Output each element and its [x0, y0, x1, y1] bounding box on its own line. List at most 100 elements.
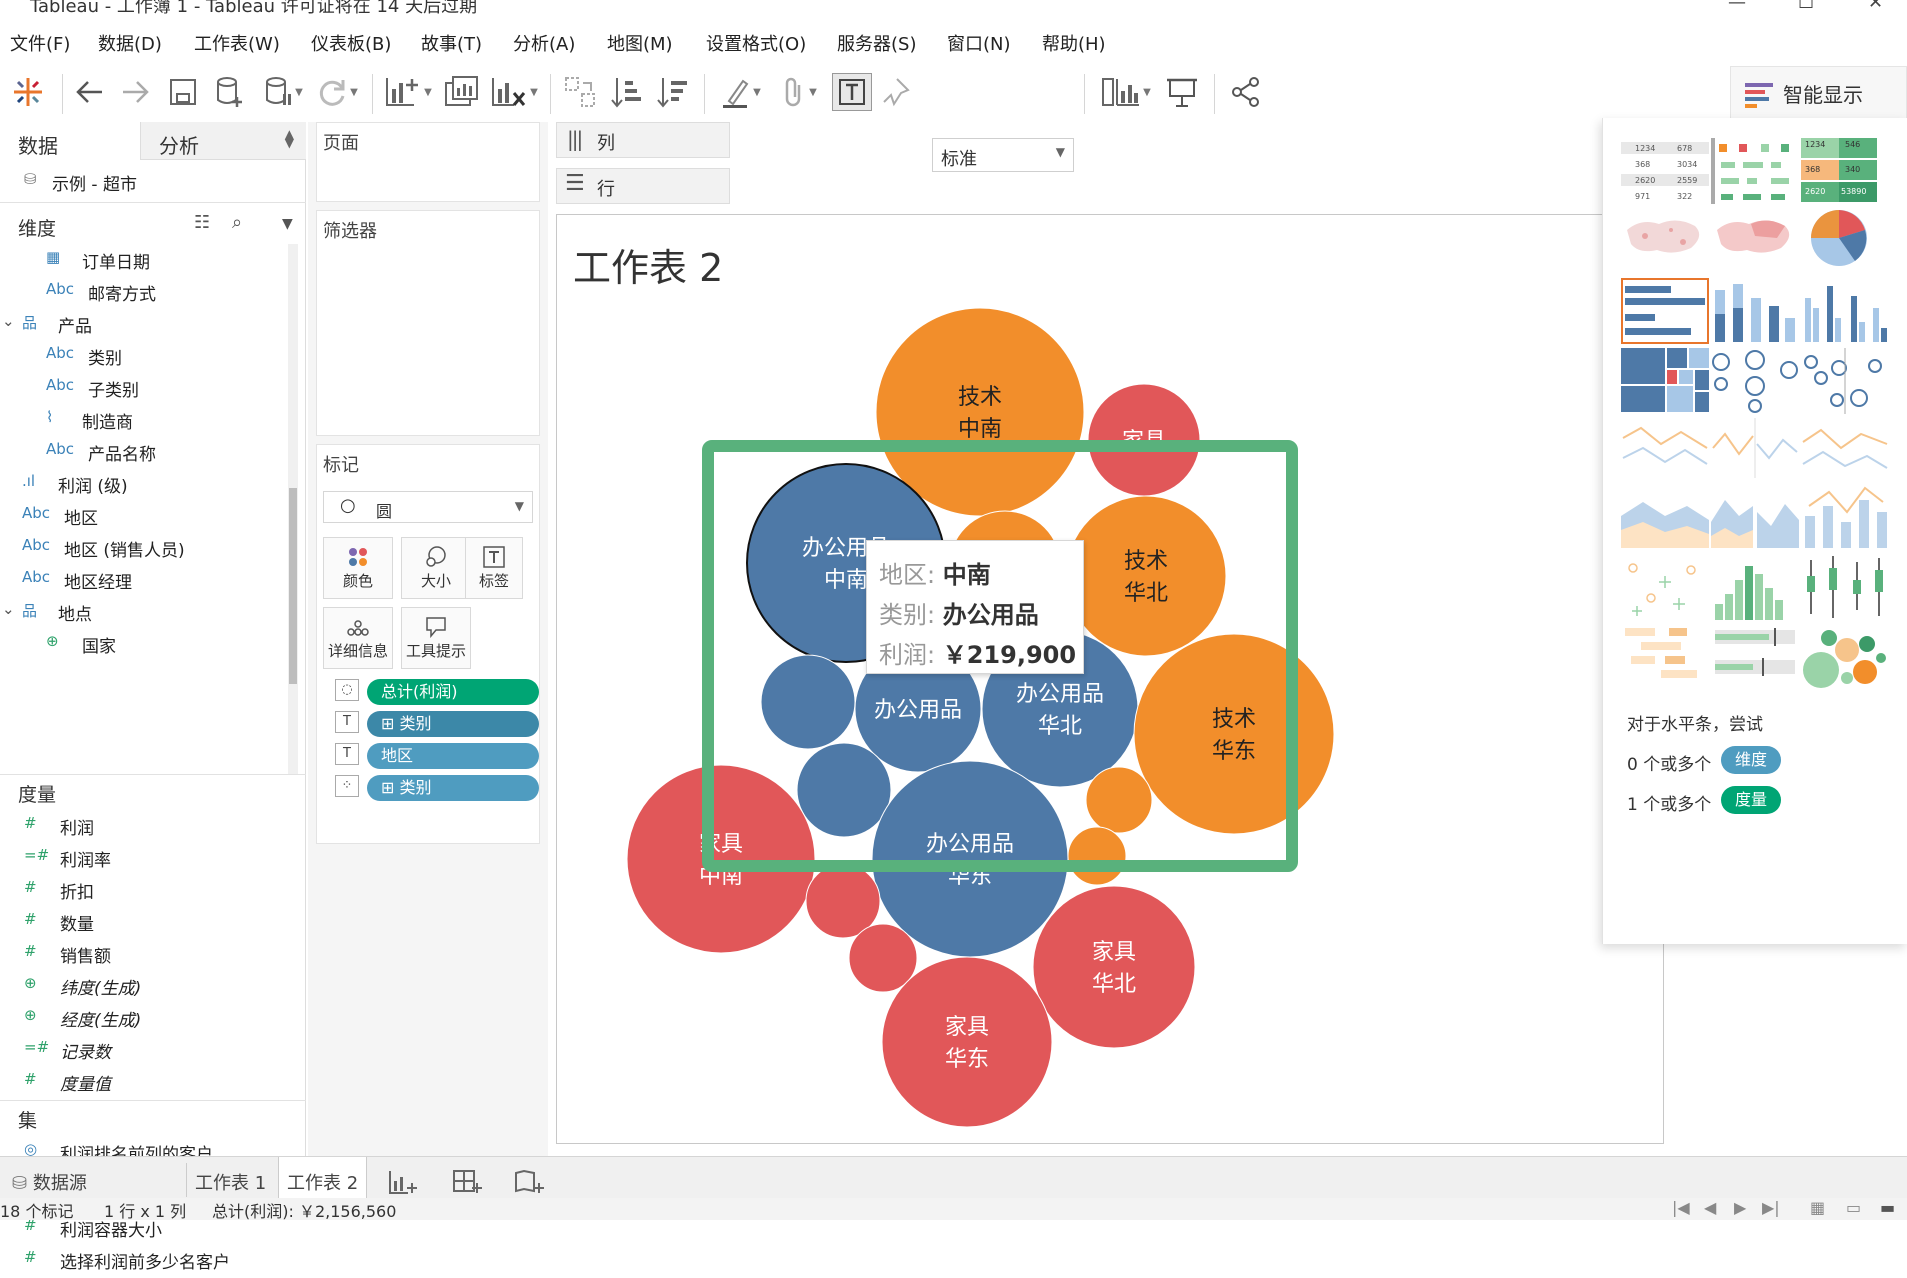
measure-field[interactable]: =# 利润率	[0, 842, 300, 872]
sort-descending-icon[interactable]	[650, 72, 694, 112]
filmstrip-view-icon[interactable]: ▭	[1846, 1198, 1861, 1217]
measure-field[interactable]: # 度量值	[0, 1066, 300, 1096]
dimension-field[interactable]: ⌄ 品 地点	[0, 596, 290, 626]
presentation-mode-icon[interactable]	[1160, 72, 1204, 112]
tabs-view-icon[interactable]: ▬	[1880, 1198, 1895, 1217]
filled-map-thumbnail[interactable]	[1711, 208, 1799, 274]
continuous-lines-thumbnail[interactable]	[1621, 418, 1709, 484]
menu-help[interactable]: 帮助(H)	[1042, 30, 1106, 56]
measure-field[interactable]: # 数量	[0, 906, 300, 936]
expand-icon[interactable]: ⊞	[381, 714, 400, 733]
stacked-bars-thumbnail[interactable]	[1711, 278, 1799, 344]
dimension-field[interactable]: Abc 子类别	[0, 372, 290, 402]
circle-views-thumbnail[interactable]	[1711, 348, 1799, 414]
collapse-icon[interactable]: ⌄	[2, 312, 15, 330]
grid-view-icon[interactable]: ▦	[1810, 1198, 1825, 1217]
menu-worksheet[interactable]: 工作表(W)	[194, 30, 280, 56]
show-hide-cards-icon[interactable]: ▼	[1096, 72, 1156, 112]
new-worksheet-icon[interactable]: ▼	[380, 72, 436, 112]
dimension-field[interactable]: .ıl 利润 (级)	[0, 468, 290, 498]
show-me-tab[interactable]: 智能显示	[1730, 66, 1907, 120]
menu-file[interactable]: 文件(F)	[10, 30, 70, 56]
discrete-lines-thumbnail[interactable]	[1711, 418, 1799, 484]
share-icon[interactable]	[1226, 72, 1266, 112]
label-button[interactable]: 标签	[465, 537, 523, 599]
sort-ascending-icon[interactable]	[604, 72, 648, 112]
first-tab-icon[interactable]: |◀	[1672, 1198, 1690, 1217]
maximize-icon[interactable]: ☐	[1798, 0, 1814, 13]
dimension-field[interactable]: Abc 地区 (销售人员)	[0, 532, 290, 562]
measure-field[interactable]: ⊕ 经度(生成)	[0, 1002, 300, 1032]
search-icon[interactable]: ⌕	[232, 212, 242, 233]
color-button[interactable]: 颜色	[323, 537, 393, 599]
refresh-icon[interactable]: ▼	[310, 72, 364, 112]
fit-select[interactable]: 标准 ▼	[932, 138, 1074, 172]
measure-field[interactable]: # 销售额	[0, 938, 300, 968]
new-dashboard-tab-button[interactable]	[444, 1163, 490, 1197]
menu-server[interactable]: 服务器(S)	[837, 30, 916, 56]
measure-field[interactable]: ⊕ 纬度(生成)	[0, 970, 300, 1000]
menu-data[interactable]: 数据(D)	[98, 30, 162, 56]
menu-story[interactable]: 故事(T)	[421, 30, 482, 56]
tab-data[interactable]: 数据	[0, 122, 140, 160]
heat-map-thumbnail[interactable]: 1234 546 368 340 2620 53890	[1801, 138, 1889, 204]
duplicate-sheet-icon[interactable]	[440, 72, 484, 112]
detail-button[interactable]: 详细信息	[323, 607, 393, 669]
measure-field[interactable]: # 利润	[0, 810, 300, 840]
box-plot-thumbnail[interactable]	[1801, 554, 1889, 620]
packed-bubbles-thumbnail[interactable]	[1801, 624, 1889, 690]
bullet-graph-thumbnail[interactable]	[1711, 624, 1799, 690]
dual-combination-thumbnail[interactable]	[1801, 486, 1889, 552]
collapse-icon[interactable]: ⌄	[2, 600, 15, 618]
close-icon[interactable]: ✕	[1868, 0, 1883, 13]
side-by-side-circles-thumbnail[interactable]	[1801, 348, 1889, 414]
group-members-icon[interactable]: ▼	[772, 72, 826, 112]
mark-field-pill[interactable]: ⊞ 类别	[367, 775, 539, 801]
worksheet-view[interactable]: 工作表 2	[556, 214, 1664, 1144]
swap-rows-columns-icon[interactable]	[558, 72, 602, 112]
treemap-thumbnail[interactable]	[1621, 348, 1709, 414]
highlight-icon[interactable]: ▼	[714, 72, 768, 112]
prev-tab-icon[interactable]: ◀	[1704, 1198, 1716, 1217]
scatter-plot-thumbnail[interactable]	[1621, 554, 1709, 620]
symbol-map-thumbnail[interactable]	[1621, 208, 1709, 274]
mark-type-select[interactable]: ○ 圆 ▼	[323, 491, 533, 523]
chevron-down-icon[interactable]: ▼	[282, 216, 293, 232]
dimension-field[interactable]: ⌇ 制造商	[0, 404, 290, 434]
pages-card[interactable]: 页面	[316, 122, 540, 202]
size-button[interactable]: 大小	[401, 537, 471, 599]
fix-axes-icon[interactable]	[876, 72, 916, 112]
dimension-field[interactable]: Abc 地区经理	[0, 564, 290, 594]
menu-map[interactable]: 地图(M)	[607, 30, 673, 56]
text-table-thumbnail[interactable]: 1234 678 368 3034 2620 2559 971 322	[1621, 138, 1709, 204]
horizontal-bars-thumbnail-selected[interactable]	[1621, 278, 1709, 344]
back-icon[interactable]	[70, 72, 110, 112]
tab-sheet1[interactable]: 工作表 1	[186, 1163, 274, 1197]
area-continuous-thumbnail[interactable]	[1621, 486, 1709, 552]
clear-sheet-icon[interactable]: ▼	[486, 72, 542, 112]
columns-shelf[interactable]: ||| 列	[556, 122, 730, 158]
next-tab-icon[interactable]: ▶	[1734, 1198, 1746, 1217]
mark-field-pill[interactable]: ⊞ 类别	[367, 711, 539, 737]
menu-analysis[interactable]: 分析(A)	[513, 30, 575, 56]
filters-card[interactable]: 筛选器	[316, 210, 540, 436]
dimension-field[interactable]: ⌄ 品 产品	[0, 308, 290, 338]
forward-icon[interactable]	[115, 72, 155, 112]
symbol-table-thumbnail[interactable]	[1711, 138, 1799, 204]
tab-analysis[interactable]: 分析 ▲ ▼	[140, 122, 306, 160]
dimension-field[interactable]: ⊕ 国家	[0, 628, 290, 658]
dimension-scrollbar[interactable]	[288, 244, 298, 774]
expand-icon[interactable]: ⊞	[381, 778, 400, 797]
menu-format[interactable]: 设置格式(O)	[706, 30, 806, 56]
measure-field[interactable]: =# 记录数	[0, 1034, 300, 1064]
tableau-logo-icon[interactable]	[8, 72, 48, 112]
tooltip-button[interactable]: 工具提示	[401, 607, 471, 669]
minimize-icon[interactable]: —	[1728, 0, 1746, 13]
area-discrete-thumbnail[interactable]	[1711, 486, 1799, 552]
dimension-field[interactable]: ▦ 订单日期	[0, 244, 290, 274]
datasource-item[interactable]: ⛁ 示例 - 超市	[0, 166, 300, 196]
dimension-field[interactable]: Abc 产品名称	[0, 436, 290, 466]
dimension-field[interactable]: Abc 邮寄方式	[0, 276, 290, 306]
menu-window[interactable]: 窗口(N)	[947, 30, 1011, 56]
new-datasource-icon[interactable]	[208, 72, 252, 112]
